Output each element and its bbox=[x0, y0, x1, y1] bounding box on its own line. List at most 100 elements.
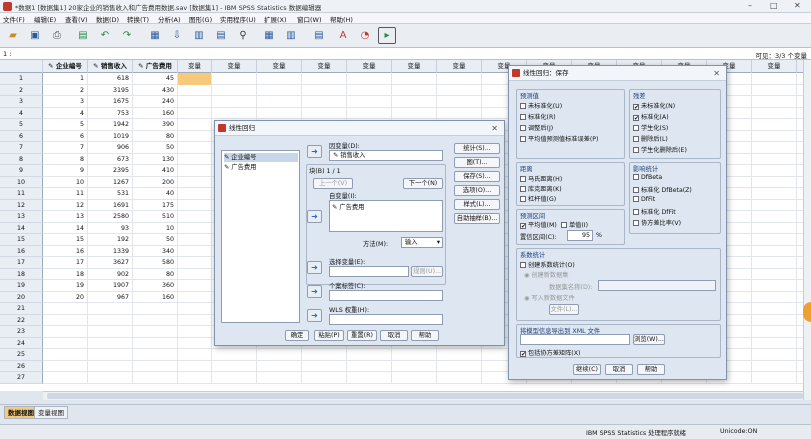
data-cell[interactable] bbox=[752, 291, 797, 303]
data-cell[interactable] bbox=[178, 165, 212, 177]
option-checkbox[interactable]: 杠杆值(G) bbox=[520, 194, 556, 203]
data-cell[interactable]: 15 bbox=[43, 234, 88, 246]
data-cell[interactable]: 11 bbox=[43, 188, 88, 200]
case-label-field[interactable] bbox=[329, 290, 443, 301]
data-cell[interactable] bbox=[178, 130, 212, 142]
data-cell[interactable] bbox=[257, 349, 302, 361]
row-number[interactable]: 19 bbox=[0, 280, 43, 292]
data-cell[interactable] bbox=[257, 96, 302, 108]
data-cell[interactable]: 16 bbox=[43, 245, 88, 257]
option-checkbox[interactable]: 未标准化(U) bbox=[520, 101, 562, 110]
browse-button[interactable]: 浏览(W)... bbox=[633, 334, 665, 345]
active-cell[interactable] bbox=[178, 73, 212, 85]
data-cell[interactable]: 340 bbox=[133, 245, 178, 257]
data-cell[interactable] bbox=[43, 360, 88, 372]
data-cell[interactable] bbox=[43, 349, 88, 361]
dialog-recall-icon[interactable]: ▤ bbox=[74, 27, 92, 44]
data-cell[interactable]: 4 bbox=[43, 107, 88, 119]
data-cell[interactable] bbox=[88, 326, 133, 338]
option-checkbox[interactable]: DfFit bbox=[633, 196, 655, 203]
move-wls-arrow-icon[interactable]: ➜ bbox=[307, 309, 322, 322]
data-cell[interactable] bbox=[178, 268, 212, 280]
row-number[interactable]: 17 bbox=[0, 257, 43, 269]
data-cell[interactable] bbox=[88, 349, 133, 361]
data-cell[interactable] bbox=[392, 372, 437, 384]
scroll-thumb[interactable] bbox=[47, 393, 803, 399]
ok-button[interactable]: 确定 bbox=[285, 330, 309, 341]
data-cell[interactable] bbox=[43, 303, 88, 315]
data-cell[interactable] bbox=[302, 84, 347, 96]
data-cell[interactable]: 50 bbox=[133, 234, 178, 246]
close-icon[interactable]: ✕ bbox=[713, 66, 720, 81]
data-cell[interactable] bbox=[392, 84, 437, 96]
menu-extensions[interactable]: 扩展(X) bbox=[264, 14, 287, 24]
data-cell[interactable] bbox=[257, 84, 302, 96]
data-cell[interactable] bbox=[178, 234, 212, 246]
data-cell[interactable] bbox=[178, 349, 212, 361]
data-cell[interactable] bbox=[178, 211, 212, 223]
data-cell[interactable]: 2580 bbox=[88, 211, 133, 223]
data-cell[interactable]: 19 bbox=[43, 280, 88, 292]
row-number[interactable]: 9 bbox=[0, 165, 43, 177]
data-cell[interactable] bbox=[257, 360, 302, 372]
data-cell[interactable]: 1675 bbox=[88, 96, 133, 108]
column-header[interactable]: ✎ 企业编号 bbox=[43, 60, 88, 73]
data-cell[interactable] bbox=[347, 107, 392, 119]
paste-button[interactable]: 粘贴(P) bbox=[314, 330, 344, 341]
data-cell[interactable]: 531 bbox=[88, 188, 133, 200]
data-cell[interactable] bbox=[752, 234, 797, 246]
data-cell[interactable] bbox=[88, 360, 133, 372]
data-cell[interactable] bbox=[752, 199, 797, 211]
data-cell[interactable]: 18 bbox=[43, 268, 88, 280]
empty-column-header[interactable]: 变量 bbox=[212, 60, 257, 73]
data-cell[interactable] bbox=[392, 73, 437, 85]
option-checkbox[interactable]: 标准化 DfBeta(Z) bbox=[633, 185, 692, 194]
data-cell[interactable]: 390 bbox=[133, 119, 178, 131]
continue-button[interactable]: 继续(C) bbox=[573, 364, 601, 375]
row-number[interactable]: 3 bbox=[0, 96, 43, 108]
style-button[interactable]: 样式(L)... bbox=[454, 199, 500, 210]
mean-interval-checkbox[interactable]: ✔ 平均值(M) bbox=[520, 220, 557, 230]
include-covariance-checkbox[interactable]: ✔ 包括协方差矩阵(X) bbox=[520, 348, 580, 358]
source-variable-list[interactable]: ✎ 企业编号 ✎ 广告费用 bbox=[221, 150, 300, 323]
data-cell[interactable] bbox=[212, 372, 257, 384]
row-number[interactable]: 4 bbox=[0, 107, 43, 119]
find-icon[interactable]: ⚲ bbox=[234, 27, 252, 44]
column-header[interactable]: ✎ 销售收入 bbox=[88, 60, 133, 73]
data-cell[interactable] bbox=[178, 314, 212, 326]
row-number[interactable]: 5 bbox=[0, 119, 43, 131]
data-cell[interactable] bbox=[178, 303, 212, 315]
data-cell[interactable] bbox=[302, 349, 347, 361]
data-cell[interactable]: 80 bbox=[133, 130, 178, 142]
data-cell[interactable]: 906 bbox=[88, 142, 133, 154]
data-cell[interactable] bbox=[752, 142, 797, 154]
data-cell[interactable] bbox=[178, 222, 212, 234]
goto-variable-icon[interactable]: ⇩ bbox=[168, 27, 186, 44]
data-cell[interactable] bbox=[257, 73, 302, 85]
data-cell[interactable] bbox=[133, 337, 178, 349]
menu-analyze[interactable]: 分析(A) bbox=[158, 14, 181, 24]
data-cell[interactable] bbox=[88, 372, 133, 384]
data-cell[interactable]: 160 bbox=[133, 107, 178, 119]
data-cell[interactable] bbox=[178, 119, 212, 131]
plots-button[interactable]: 图(T)... bbox=[454, 157, 500, 168]
row-number[interactable]: 15 bbox=[0, 234, 43, 246]
variables-icon[interactable]: ▥ bbox=[190, 27, 208, 44]
split-table-icon[interactable]: ▤ bbox=[212, 27, 230, 44]
row-number[interactable]: 20 bbox=[0, 291, 43, 303]
row-number[interactable]: 1 bbox=[0, 73, 43, 85]
data-cell[interactable]: 1339 bbox=[88, 245, 133, 257]
use-variable-sets-icon[interactable]: ◔ bbox=[356, 27, 374, 44]
option-checkbox[interactable]: 学生化(S) bbox=[633, 123, 668, 132]
data-cell[interactable] bbox=[392, 96, 437, 108]
data-cell[interactable]: 3195 bbox=[88, 84, 133, 96]
data-cell[interactable]: 3627 bbox=[88, 257, 133, 269]
data-cell[interactable] bbox=[752, 130, 797, 142]
value-labels-icon[interactable]: A bbox=[334, 27, 352, 44]
tab-data-view[interactable]: 数据视图 bbox=[4, 406, 38, 419]
data-cell[interactable]: 1942 bbox=[88, 119, 133, 131]
close-icon[interactable]: ✕ bbox=[491, 121, 498, 136]
side-feedback-tab[interactable] bbox=[803, 302, 811, 322]
data-cell[interactable]: 9 bbox=[43, 165, 88, 177]
data-cell[interactable]: 6 bbox=[43, 130, 88, 142]
